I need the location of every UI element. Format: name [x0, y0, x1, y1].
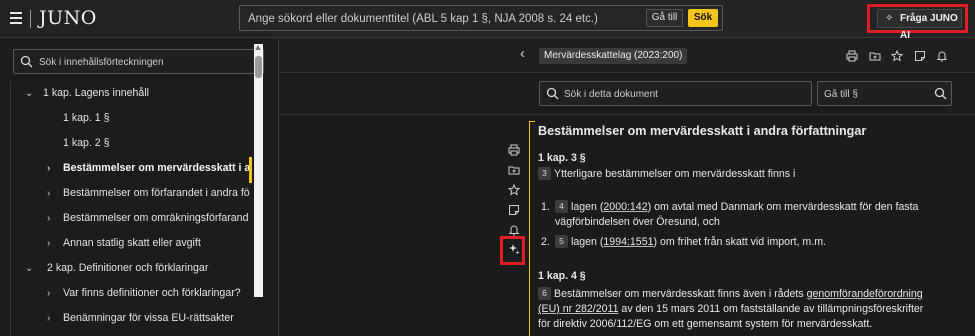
- list-item-text: lagen (: [571, 236, 604, 248]
- sparkle-icon: ✧: [885, 13, 894, 24]
- list-item-text: lagen (: [571, 201, 604, 213]
- list-item-continuation: vägförbindelsen över Öresund, och: [555, 216, 720, 228]
- top-bar: JUNO Gå till Sök ✧ Fråga JUNO AI: [0, 0, 975, 41]
- list-marker: 1.: [541, 201, 550, 213]
- document-search-box: [539, 81, 812, 106]
- regulation-link[interactable]: (EU) nr 282/2011: [538, 303, 618, 315]
- chevron-right-icon[interactable]: ›: [47, 231, 50, 256]
- toc-item[interactable]: › Bestämmelser om omräkningsförfarand: [37, 206, 250, 231]
- toc-item-label: Bestämmelser om mervärdesskatt i an: [63, 162, 250, 174]
- toc-item-label: Bestämmelser om omräkningsförfarand: [63, 212, 249, 224]
- document-search-input[interactable]: [564, 87, 804, 101]
- paragraph-number-badge[interactable]: 3: [538, 167, 551, 180]
- toc-sidebar: ⌄ 1 kap. Lagens innehåll 1 kap. 1 § 1 ka…: [0, 39, 279, 336]
- list-marker: 2.: [541, 236, 550, 248]
- toc-item[interactable]: › Var finns definitioner och förklaringa…: [37, 281, 250, 306]
- list-item: 5 lagen (1994:1551) om frihet från skatt …: [555, 235, 826, 250]
- toc-item-1-1[interactable]: 1 kap. 1 §: [63, 106, 250, 131]
- paragraph-text: 6 Bestämmelser om mervärdesskatt finns äv…: [538, 287, 923, 302]
- law-link[interactable]: 1994:1551: [603, 236, 653, 248]
- chevron-right-icon[interactable]: ›: [47, 306, 50, 331]
- chevron-right-icon[interactable]: ›: [47, 156, 50, 181]
- logo-divider: [30, 10, 31, 28]
- search-button[interactable]: Sök: [688, 9, 718, 27]
- toc-item-label: Bestämmelser om förfarandet i andra fö: [63, 187, 250, 199]
- sparkle-ai-icon[interactable]: [508, 243, 520, 255]
- document-header: ‹ Mervärdesskattelag (2023:200): [280, 39, 975, 73]
- star-icon[interactable]: [508, 184, 520, 196]
- note-icon[interactable]: [508, 204, 520, 216]
- folder-add-icon[interactable]: [869, 50, 881, 62]
- chevron-right-icon[interactable]: ›: [47, 281, 50, 306]
- paragraph-heading: 1 kap. 4 §: [538, 270, 586, 282]
- paragraph-text-content: Bestämmelser om mervärdesskatt finns äve…: [554, 288, 807, 300]
- paragraph-number-badge[interactable]: 4: [555, 200, 568, 213]
- toc-item-label: 2 kap. Definitioner och förklaringar: [47, 262, 209, 274]
- app-logo[interactable]: JUNO: [39, 7, 97, 29]
- section-heading: Bestämmelser om mervärdesskatt i andra f…: [538, 124, 867, 138]
- bell-icon[interactable]: [936, 50, 948, 62]
- regulation-link[interactable]: genomförandeförordning: [807, 288, 923, 300]
- folder-add-icon[interactable]: [508, 164, 520, 176]
- law-link[interactable]: 2000:142: [603, 201, 647, 213]
- print-icon[interactable]: [508, 144, 520, 156]
- chevron-right-icon[interactable]: ›: [47, 206, 50, 231]
- list-item-text: ) om avtal med Danmark om mervärdesskatt…: [647, 201, 919, 213]
- search-icon: [546, 87, 559, 100]
- paragraph-heading: 1 kap. 3 §: [538, 152, 586, 164]
- chevron-down-icon[interactable]: ⌄: [25, 256, 33, 281]
- document-title-badge: Mervärdesskattelag (2023:200): [539, 48, 688, 64]
- section-bracket: [529, 121, 535, 336]
- chevron-right-icon[interactable]: ›: [47, 181, 50, 206]
- paragraph-text: för direktiv 2006/112/EG om ett gemensam…: [538, 318, 873, 330]
- toc-item-1-2[interactable]: 1 kap. 2 §: [63, 131, 250, 156]
- goto-button[interactable]: Gå till: [646, 9, 683, 27]
- goto-paragraph-input[interactable]: [824, 87, 924, 101]
- active-item-indicator: [249, 157, 252, 183]
- toc-item-label: 1 kap. 1 §: [63, 112, 110, 124]
- ask-juno-ai-button[interactable]: ✧ Fråga JUNO AI: [877, 9, 962, 41]
- scroll-up-arrow-icon[interactable]: [255, 45, 261, 50]
- paragraph-number-badge[interactable]: 6: [538, 287, 551, 300]
- toc-scrollbar[interactable]: [254, 44, 263, 297]
- toc-item[interactable]: › Annan statlig skatt eller avgift: [37, 231, 250, 256]
- toc-item-label: 1 kap. 2 §: [63, 137, 110, 149]
- paragraph-number-badge[interactable]: 5: [555, 235, 568, 248]
- toc-list: ⌄ 1 kap. Lagens innehåll 1 kap. 1 § 1 ka…: [10, 81, 250, 336]
- toc-item-label: Var finns definitioner och förklaringar?: [63, 287, 241, 299]
- search-icon: [20, 55, 33, 68]
- toc-item-active[interactable]: › Bestämmelser om mervärdesskatt i an: [37, 156, 250, 181]
- toc-item[interactable]: › Bestämmelser om förfarandet i andra fö: [37, 181, 250, 206]
- global-search-box: Gå till Sök: [239, 5, 723, 31]
- list-item-text: ) om frihet från skatt vid import, m.m.: [653, 236, 826, 248]
- toc-item[interactable]: › Benämningar för vissa EU-rättsakter: [37, 306, 250, 331]
- menu-icon[interactable]: [10, 12, 22, 24]
- toc-item-chapter-2[interactable]: ⌄ 2 kap. Definitioner och förklaringar: [21, 256, 250, 281]
- goto-paragraph-box: [817, 81, 952, 106]
- search-icon[interactable]: [934, 87, 947, 100]
- toc-item-label: 1 kap. Lagens innehåll: [43, 87, 150, 99]
- global-search-input[interactable]: [248, 10, 628, 27]
- chevron-down-icon[interactable]: ⌄: [25, 81, 33, 106]
- list-item: 4 lagen (2000:142) om avtal med Danmark o…: [555, 200, 918, 215]
- paragraph-text-content: av den 15 mars 2011 om fastställande av …: [618, 303, 924, 315]
- back-chevron-icon[interactable]: ‹: [520, 45, 525, 62]
- paragraph-text: (EU) nr 282/2011 av den 15 mars 2011 om …: [538, 302, 923, 317]
- print-icon[interactable]: [846, 50, 858, 62]
- star-icon[interactable]: [891, 50, 903, 62]
- toc-search-box: [13, 49, 264, 74]
- paragraph-text-content: Ytterligare bestämmelser om mervärdesska…: [554, 168, 796, 180]
- toc-item-label: Benämningar för vissa EU-rättsakter: [63, 312, 234, 324]
- paragraph-text: 3 Ytterligare bestämmelser om mervärdessk…: [538, 167, 795, 182]
- note-icon[interactable]: [914, 50, 926, 62]
- toc-item-label: Annan statlig skatt eller avgift: [63, 237, 201, 249]
- document-search-row: [280, 73, 975, 115]
- toc-item-chapter-1[interactable]: ⌄ 1 kap. Lagens innehåll: [21, 81, 250, 106]
- toc-search-input[interactable]: [39, 55, 259, 69]
- toc-scrollbar-thumb[interactable]: [255, 56, 262, 78]
- bell-icon[interactable]: [508, 224, 520, 236]
